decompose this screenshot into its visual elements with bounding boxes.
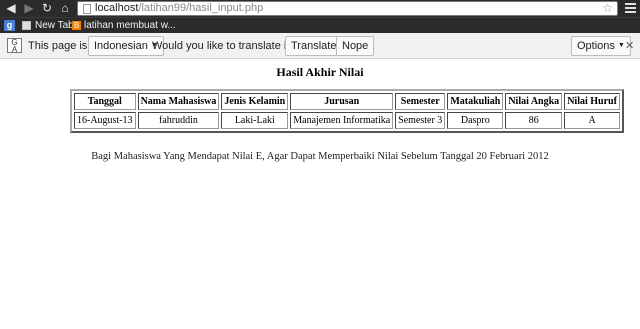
table-header-row: Tanggal Nama Mahasiswa Jenis Kelamin Jur… [74, 93, 620, 110]
cell-jurusan: Manajemen Informatika [290, 112, 394, 129]
close-icon[interactable]: ✕ [625, 39, 634, 53]
home-icon[interactable]: ⌂ [58, 1, 72, 15]
bookmark-new-tab[interactable]: New Tab [22, 18, 74, 34]
cell-tanggal: 16-August-13 [74, 112, 136, 129]
cell-nilai-angka: 86 [505, 112, 563, 129]
results-table: Tanggal Nama Mahasiswa Jenis Kelamin Jur… [70, 89, 624, 133]
header-tanggal: Tanggal [74, 93, 136, 110]
page-icon [22, 20, 31, 30]
menu-icon[interactable] [625, 3, 636, 13]
forward-arrow-icon[interactable]: ▶ [22, 1, 36, 15]
header-matakuliah: Matakuliah [447, 93, 504, 110]
bookmark-star-icon[interactable]: ☆ [602, 2, 613, 15]
address-bar[interactable]: localhost/latihan99/hasil_input.php ☆ [77, 1, 618, 16]
translate-button[interactable]: Translate [285, 36, 343, 56]
header-nilai-angka: Nilai Angka [505, 93, 563, 110]
browser-toolbar: ◀ ▶ ↻ ⌂ localhost/latihan99/hasil_input.… [0, 0, 640, 17]
url-path: /latihan99/hasil_input.php [138, 2, 264, 14]
url-host: localhost [95, 2, 139, 14]
header-jurusan: Jurusan [290, 93, 394, 110]
bookmarks-bar: g New Tab Blatihan membuat w... [0, 17, 640, 33]
page-title: Hasil Akhir Nilai [276, 65, 364, 79]
table-row: 16-August-13 fahruddin Laki-Laki Manajem… [74, 112, 620, 129]
header-semester: Semester [395, 93, 446, 110]
options-button[interactable]: Options ▼ [571, 36, 631, 56]
reload-icon[interactable]: ↻ [40, 1, 54, 15]
nope-button[interactable]: Nope [336, 36, 375, 56]
bookmark-latihan[interactable]: Blatihan membuat w... [72, 18, 176, 34]
cell-nilai-huruf: A [564, 112, 620, 129]
blogger-icon: B [72, 20, 81, 30]
cell-semester: Semester 3 [395, 112, 446, 129]
bookmark-label: latihan membuat w... [84, 20, 176, 31]
options-label: Options [577, 40, 615, 52]
header-nilai-huruf: Nilai Huruf [564, 93, 620, 110]
translate-infobar: GA This page is in Indonesian ▼ Would you… [0, 33, 640, 59]
translate-question: Would you like to translate it? [152, 40, 296, 52]
apps-icon[interactable]: g [4, 20, 15, 31]
url-text[interactable]: localhost/latihan99/hasil_input.php [95, 2, 263, 15]
cell-nama-mahasiswa: fahruddin [137, 112, 220, 129]
deadline-note: Bagi Mahasiswa Yang Mendapat Nilai E, Ag… [91, 151, 549, 162]
translate-icon: GA [7, 38, 22, 54]
page-icon [83, 4, 91, 14]
bookmark-label: New Tab [35, 20, 74, 31]
cell-matakuliah: Daspro [447, 112, 504, 129]
cell-jenis-kelamin: Laki-Laki [221, 112, 289, 129]
back-arrow-icon[interactable]: ◀ [4, 1, 18, 15]
language-label: Indonesian [94, 40, 148, 52]
caret-down-icon: ▼ [617, 42, 625, 50]
header-jenis-kelamin: Jenis Kelamin [221, 93, 289, 110]
header-nama-mahasiswa: Nama Mahasiswa [137, 93, 220, 110]
